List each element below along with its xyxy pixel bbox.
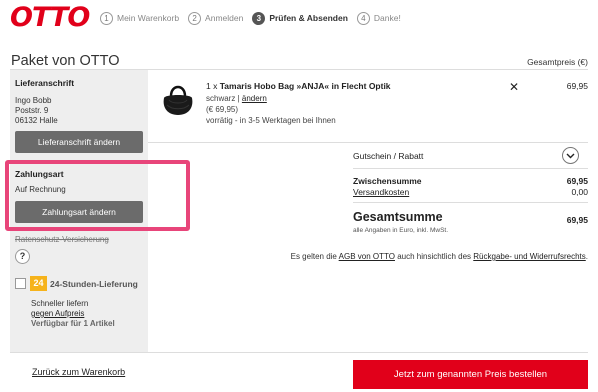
product-color: schwarz	[206, 94, 236, 103]
delivery-header: 24 24-Stunden-Lieferung	[15, 276, 145, 291]
help-icon[interactable]: ?	[15, 249, 30, 264]
delivery-details: Schneller liefern gegen Aufpreis Verfügb…	[31, 299, 145, 328]
delivery-option: 24 24-Stunden-Lieferung Schneller liefern…	[15, 276, 145, 328]
change-product-link[interactable]: ändern	[242, 94, 267, 103]
meta-separator: |	[237, 94, 240, 103]
step-label: Mein Warenkorb	[117, 13, 180, 23]
voucher-expand-chevron-down-icon[interactable]	[562, 147, 579, 164]
return-policy-link[interactable]: Rückgabe- und Widerrufsrechts	[473, 252, 586, 261]
change-address-button[interactable]: Lieferanschrift ändern	[15, 131, 143, 153]
product-meta: schwarz | ändern (€ 69,95) vorrätig - in…	[206, 93, 336, 126]
divider	[353, 202, 588, 203]
otto-logo[interactable]: OTTO	[10, 3, 90, 33]
delivery-line1: Schneller liefern	[31, 299, 89, 308]
product-unit-price: (€ 69,95)	[206, 105, 239, 114]
step-number: 3	[252, 11, 266, 25]
terms-middle: auch hinsichtlich des	[397, 252, 472, 261]
remove-item-icon[interactable]: ✕	[509, 80, 519, 94]
shipping-link[interactable]: Versandkosten	[353, 187, 409, 197]
checkout-steps: 1 Mein Warenkorb 2 Anmelden 3 Prüfen & A…	[100, 10, 410, 26]
voucher-label[interactable]: Gutschein / Rabatt	[353, 151, 423, 161]
page-title: Paket von OTTO	[11, 53, 120, 69]
subtotal-label: Zwischensumme	[353, 176, 422, 186]
terms-prefix: Es gelten die	[290, 252, 337, 261]
shipping-value: 0,00	[571, 187, 588, 197]
insurance-section: Ratenschutz-Versicherung ?	[15, 235, 145, 264]
delivery-availability: Verfügbar für 1 Artikel	[31, 319, 115, 328]
delivery-24-badge: 24	[30, 276, 47, 291]
step-warenkorb[interactable]: 1 Mein Warenkorb	[100, 11, 180, 25]
product-title: 1 x Tamaris Hobo Bag »ANJA« in Flecht Op…	[206, 81, 391, 91]
step-label: Prüfen & Absenden	[269, 13, 348, 23]
address-street: Poststr. 9	[15, 106, 49, 115]
product-name[interactable]: Tamaris Hobo Bag »ANJA« in Flecht Optik	[220, 81, 391, 91]
footer-divider	[10, 352, 588, 353]
back-to-cart-link[interactable]: Zurück zum Warenkorb	[32, 367, 125, 377]
step-number: 2	[188, 11, 202, 25]
address-name: Ingo Bobb	[15, 96, 52, 105]
subtotal-value: 69,95	[566, 176, 588, 186]
product-price: 69,95	[566, 81, 588, 91]
step-number: 4	[356, 11, 370, 25]
agb-link[interactable]: AGB von OTTO	[339, 252, 395, 261]
insurance-label: Ratenschutz-Versicherung	[15, 235, 109, 244]
product-image-bag-icon[interactable]	[160, 80, 196, 118]
step-anmelden[interactable]: 2 Anmelden	[188, 11, 244, 25]
subtotal-row: Zwischensumme 69,95	[353, 176, 588, 186]
delivery-checkbox[interactable]	[15, 278, 26, 289]
address-heading: Lieferanschrift	[15, 78, 75, 88]
place-order-button[interactable]: Jetzt zum genannten Preis bestellen	[353, 360, 588, 389]
shipping-row: Versandkosten 0,00	[353, 187, 588, 197]
order-summary: 1 x Tamaris Hobo Bag »ANJA« in Flecht Op…	[148, 69, 588, 352]
grand-total-value: 69,95	[566, 215, 588, 225]
terms-notice: Es gelten die AGB von OTTO auch hinsicht…	[291, 252, 588, 261]
product-qty: 1 x	[206, 81, 218, 91]
header: OTTO 1 Mein Warenkorb 2 Anmelden 3 Prüfe…	[0, 0, 598, 40]
delivery-title: 24-Stunden-Lieferung	[50, 278, 138, 289]
step-label: Danke!	[373, 13, 401, 23]
address-section: Lieferanschrift Ingo Bobb Poststr. 9 061…	[15, 78, 145, 153]
terms-suffix: .	[585, 252, 588, 261]
step-pruefen-absenden: 3 Prüfen & Absenden	[252, 11, 348, 25]
total-price-header: Gesamtpreis (€)	[527, 57, 588, 67]
step-label: Anmelden	[205, 13, 244, 23]
delivery-surcharge-link[interactable]: gegen Aufpreis	[31, 309, 145, 319]
step-danke: 4 Danke!	[356, 11, 401, 25]
grand-total-label: Gesamtsumme	[353, 210, 443, 224]
address-city: 06132 Halle	[15, 116, 58, 125]
divider	[148, 142, 588, 143]
product-availability: vorrätig - in 3-5 Werktagen bei Ihnen	[206, 116, 336, 125]
step-number: 1	[100, 11, 113, 25]
divider	[353, 168, 588, 169]
vat-note: alle Angaben in Euro, inkl. MwSt.	[353, 227, 449, 234]
